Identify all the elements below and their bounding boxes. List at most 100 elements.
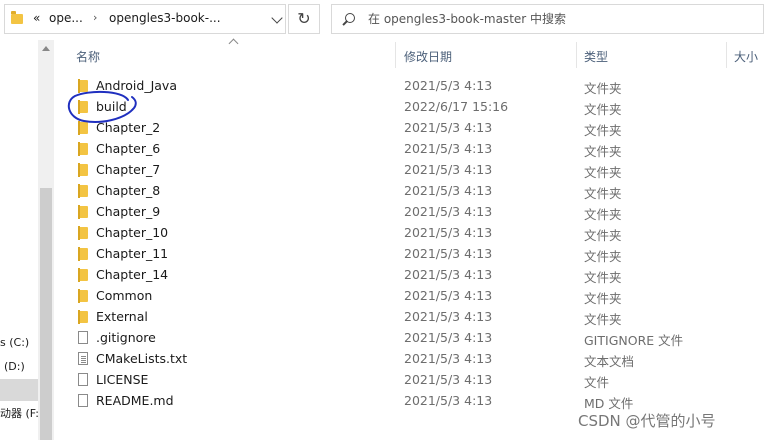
file-type: 文件夹 bbox=[584, 186, 622, 201]
file-name: External bbox=[96, 309, 148, 324]
file-row-chapter-11[interactable]: Chapter_11 2021/5/3 4:13 文件夹 bbox=[60, 244, 764, 265]
file-row-android-java[interactable]: Android_Java 2021/5/3 4:13 文件夹 bbox=[60, 76, 764, 97]
file-row-chapter-9[interactable]: Chapter_9 2021/5/3 4:13 文件夹 bbox=[60, 202, 764, 223]
file-name: Chapter_6 bbox=[96, 141, 161, 156]
address-bar[interactable]: « ope... › opengles3-book-... bbox=[4, 4, 286, 34]
file-row-chapter-10[interactable]: Chapter_10 2021/5/3 4:13 文件夹 bbox=[60, 223, 764, 244]
file-icon bbox=[78, 373, 88, 386]
column-headers: 名称 修改日期 类型 大小 bbox=[60, 38, 764, 70]
breadcrumb-separator-icon[interactable]: › bbox=[93, 11, 97, 24]
file-date: 2021/5/3 4:13 bbox=[404, 393, 493, 408]
file-date: 2021/5/3 4:13 bbox=[404, 225, 493, 240]
file-type: 文件 bbox=[584, 375, 610, 390]
file-type: 文件夹 bbox=[584, 102, 622, 117]
file-row-external[interactable]: External 2021/5/3 4:13 文件夹 bbox=[60, 307, 764, 328]
file-row-cmakelists[interactable]: CMakeLists.txt 2021/5/3 4:13 文本文档 bbox=[60, 349, 764, 370]
file-type: GITIGNORE 文件 bbox=[584, 333, 684, 348]
file-date: 2021/5/3 4:13 bbox=[404, 330, 493, 345]
file-icon bbox=[78, 394, 88, 407]
sort-ascending-icon bbox=[228, 38, 239, 49]
file-row-build[interactable]: build 2022/6/17 15:16 文件夹 bbox=[60, 97, 764, 118]
column-divider[interactable] bbox=[395, 42, 396, 68]
folder-icon bbox=[78, 142, 88, 156]
text-file-icon bbox=[78, 352, 88, 365]
file-type: 文本文档 bbox=[584, 354, 635, 369]
file-name: Chapter_8 bbox=[96, 183, 161, 198]
scrollbar-thumb[interactable] bbox=[40, 188, 52, 440]
nav-item-drive-f[interactable]: 动器 (F:) bbox=[0, 403, 38, 425]
folder-icon bbox=[78, 310, 88, 324]
file-name: Chapter_9 bbox=[96, 204, 161, 219]
file-date: 2021/5/3 4:13 bbox=[404, 141, 493, 156]
file-type: 文件夹 bbox=[584, 144, 622, 159]
file-name: README.md bbox=[96, 393, 174, 408]
column-header-type[interactable]: 类型 bbox=[584, 48, 608, 65]
file-name: Chapter_7 bbox=[96, 162, 161, 177]
file-name: CMakeLists.txt bbox=[96, 351, 188, 366]
folder-icon bbox=[78, 163, 88, 177]
folder-icon bbox=[11, 11, 23, 24]
file-type: 文件夹 bbox=[584, 207, 622, 222]
folder-icon bbox=[78, 247, 88, 261]
file-date: 2021/5/3 4:13 bbox=[404, 372, 493, 387]
file-row-common[interactable]: Common 2021/5/3 4:13 文件夹 bbox=[60, 286, 764, 307]
breadcrumb-item-parent[interactable]: ope... bbox=[49, 11, 83, 25]
breadcrumb-item-current[interactable]: opengles3-book-... bbox=[109, 11, 221, 25]
search-box[interactable] bbox=[331, 4, 764, 34]
file-type: 文件夹 bbox=[584, 165, 622, 180]
nav-item-drive-d[interactable]: (D:) bbox=[0, 356, 38, 378]
file-row-chapter-14[interactable]: Chapter_14 2021/5/3 4:13 文件夹 bbox=[60, 265, 764, 286]
breadcrumb-overflow[interactable]: « bbox=[33, 11, 40, 25]
refresh-icon: ↻ bbox=[297, 9, 311, 28]
file-type: 文件夹 bbox=[584, 291, 622, 306]
folder-icon bbox=[78, 289, 88, 303]
search-input[interactable] bbox=[368, 10, 758, 28]
file-date: 2021/5/3 4:13 bbox=[404, 288, 493, 303]
file-name: Chapter_10 bbox=[96, 225, 169, 240]
file-row-readme[interactable]: README.md 2021/5/3 4:13 MD 文件 bbox=[60, 391, 764, 412]
scroll-up-icon[interactable] bbox=[42, 46, 50, 51]
file-name: .gitignore bbox=[96, 330, 156, 345]
column-divider[interactable] bbox=[576, 42, 577, 68]
file-type: 文件夹 bbox=[584, 81, 622, 96]
toolbar: « ope... › opengles3-book-... ↻ bbox=[0, 0, 764, 40]
navigation-pane: s (C:) (D:) 动器 (F:) bbox=[0, 40, 54, 440]
folder-icon bbox=[78, 184, 88, 198]
watermark: CSDN @代管的小号 bbox=[578, 412, 716, 430]
file-type: 文件夹 bbox=[584, 228, 622, 243]
file-date: 2021/5/3 4:13 bbox=[404, 309, 493, 324]
nav-item-drive-c[interactable]: s (C:) bbox=[0, 332, 38, 354]
file-date: 2021/5/3 4:13 bbox=[404, 162, 493, 177]
column-divider[interactable] bbox=[726, 42, 727, 68]
file-row-chapter-6[interactable]: Chapter_6 2021/5/3 4:13 文件夹 bbox=[60, 139, 764, 160]
file-date: 2021/5/3 4:13 bbox=[404, 246, 493, 261]
file-name: Chapter_11 bbox=[96, 246, 169, 261]
file-row-gitignore[interactable]: .gitignore 2021/5/3 4:13 GITIGNORE 文件 bbox=[60, 328, 764, 349]
column-header-size[interactable]: 大小 bbox=[734, 48, 758, 65]
file-row-chapter-2[interactable]: Chapter_2 2021/5/3 4:13 文件夹 bbox=[60, 118, 764, 139]
file-date: 2022/6/17 15:16 bbox=[404, 99, 509, 114]
search-icon bbox=[345, 13, 355, 23]
file-date: 2021/5/3 4:13 bbox=[404, 351, 493, 366]
column-header-name[interactable]: 名称 bbox=[76, 48, 100, 65]
folder-icon bbox=[78, 205, 88, 219]
file-date: 2021/5/3 4:13 bbox=[404, 120, 493, 135]
file-list: Android_Java 2021/5/3 4:13 文件夹 build 202… bbox=[60, 76, 764, 412]
folder-icon bbox=[78, 268, 88, 282]
file-row-license[interactable]: LICENSE 2021/5/3 4:13 文件 bbox=[60, 370, 764, 391]
file-name: Common bbox=[96, 288, 153, 303]
nav-item-selected[interactable] bbox=[0, 379, 38, 401]
nav-scrollbar[interactable] bbox=[38, 40, 54, 440]
file-type: 文件夹 bbox=[584, 270, 622, 285]
file-date: 2021/5/3 4:13 bbox=[404, 183, 493, 198]
file-row-chapter-8[interactable]: Chapter_8 2021/5/3 4:13 文件夹 bbox=[60, 181, 764, 202]
file-row-chapter-7[interactable]: Chapter_7 2021/5/3 4:13 文件夹 bbox=[60, 160, 764, 181]
file-type: 文件夹 bbox=[584, 312, 622, 327]
file-date: 2021/5/3 4:13 bbox=[404, 204, 493, 219]
file-type: 文件夹 bbox=[584, 123, 622, 138]
column-header-date[interactable]: 修改日期 bbox=[404, 48, 452, 65]
file-type: 文件夹 bbox=[584, 249, 622, 264]
chevron-down-icon[interactable] bbox=[271, 12, 283, 24]
file-name: LICENSE bbox=[96, 372, 149, 387]
refresh-button[interactable]: ↻ bbox=[288, 4, 320, 34]
